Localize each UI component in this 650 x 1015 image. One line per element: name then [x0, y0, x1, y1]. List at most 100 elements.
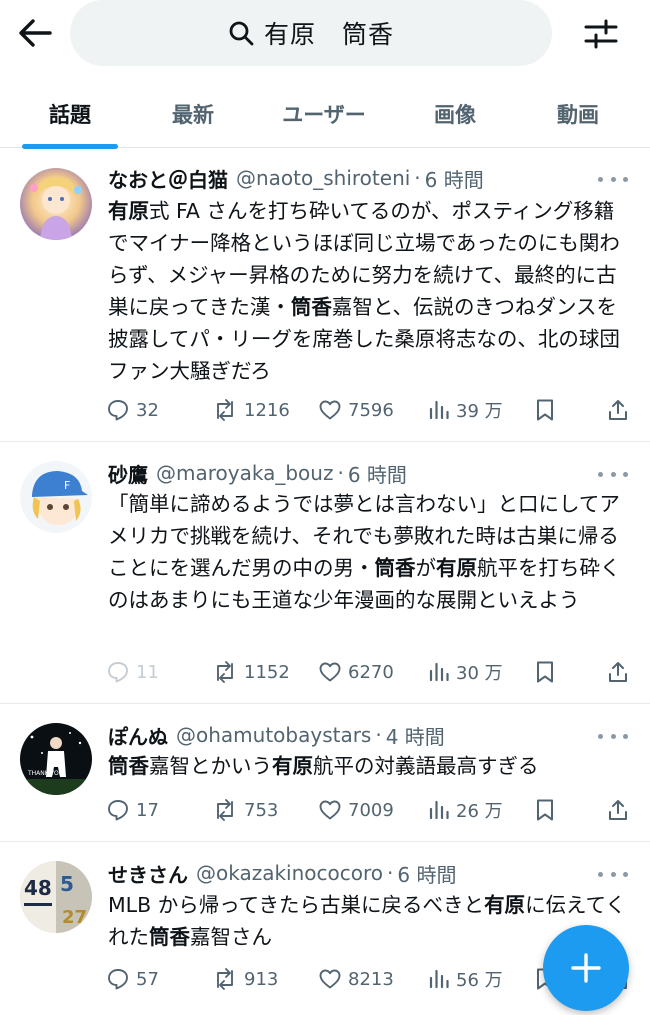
bookmark-button[interactable] [534, 795, 556, 825]
author-name[interactable]: せきさん [108, 859, 188, 888]
share-button[interactable] [606, 657, 630, 687]
more-options-button[interactable] [598, 169, 628, 189]
share-icon [606, 798, 630, 822]
like-count: 8213 [348, 968, 394, 990]
repost-count: 1216 [244, 399, 290, 421]
back-button[interactable] [14, 12, 56, 54]
author-name[interactable]: ぽんぬ [108, 721, 168, 750]
svg-text:27: 27 [62, 907, 87, 928]
tweet-actions: 17 753 7009 26 万 [106, 795, 631, 825]
tweet-text-segment: 嘉智とかいう [149, 754, 272, 778]
plus-icon [571, 953, 601, 983]
like-button[interactable]: 8213 [318, 964, 394, 994]
search-query[interactable]: 有原 筒香 [264, 15, 394, 51]
more-options-button[interactable] [598, 726, 628, 746]
views-button[interactable]: 26 万 [428, 795, 503, 825]
repost-count: 1152 [244, 661, 290, 683]
bar-chart-icon [428, 798, 450, 822]
repost-button[interactable]: 1152 [212, 657, 290, 687]
like-count: 7009 [348, 799, 394, 821]
tab-latest[interactable]: 最新 [143, 80, 243, 148]
author-name[interactable]: 砂鷹 [108, 459, 148, 488]
separator-dot: · [414, 166, 421, 190]
tweet-header: 砂鷹 @maroyaka_bouz · 6 時間 [108, 458, 407, 488]
views-count: 30 万 [456, 663, 503, 684]
speech-bubble-icon [106, 660, 130, 684]
heart-icon [318, 660, 342, 684]
tweet-text: 「簡単に諦めるようでは夢とは言わない」と口にしてアメリカで挑戦を続け、それでも夢… [108, 488, 633, 616]
sliders-icon [584, 19, 618, 49]
avatar[interactable]: F [20, 461, 92, 533]
share-button[interactable] [606, 795, 630, 825]
tab-people[interactable]: ユーザー [262, 80, 386, 148]
tweet[interactable]: なおと＠白猫 @naoto_shiroteni · 6 時間 有原式 FA さん… [0, 149, 650, 442]
tweet-text: 筒香嘉智とかいう有原航平の対義語最高すぎる [108, 750, 633, 782]
post-time[interactable]: 6 時間 [425, 164, 484, 193]
speech-bubble-icon [106, 398, 130, 422]
share-icon [606, 398, 630, 422]
search-icon [229, 21, 254, 46]
reply-count: 11 [136, 661, 159, 683]
bookmark-icon [534, 798, 556, 822]
post-time[interactable]: 6 時間 [348, 459, 407, 488]
share-button[interactable] [606, 395, 630, 425]
svg-text:5: 5 [60, 872, 74, 896]
like-button[interactable]: 7596 [318, 395, 394, 425]
repost-button[interactable]: 753 [212, 795, 278, 825]
author-handle[interactable]: @naoto_shiroteni [236, 166, 410, 190]
highlighted-term: 有原 [108, 199, 149, 223]
highlighted-term: 筒香 [290, 295, 332, 319]
avatar[interactable] [20, 168, 92, 240]
like-button[interactable]: 6270 [318, 657, 394, 687]
bar-chart-icon [428, 398, 450, 422]
tab-top[interactable]: 話題 [20, 80, 120, 148]
search-filter-button[interactable] [580, 14, 622, 54]
tweet[interactable]: THANK YOU ぽんぬ @ohamutobaystars · 4 時間 筒香… [0, 704, 650, 842]
bookmark-button[interactable] [534, 657, 556, 687]
highlighted-term: 有原 [436, 556, 477, 580]
post-time[interactable]: 4 時間 [386, 721, 445, 750]
separator-dot: · [387, 861, 394, 885]
avatar[interactable]: 48 5 27 [20, 861, 92, 933]
views-count: 39 万 [456, 401, 503, 422]
author-handle[interactable]: @maroyaka_bouz [156, 461, 333, 485]
views-button[interactable]: 30 万 [428, 657, 503, 687]
compose-button[interactable] [543, 925, 629, 1011]
repost-button[interactable]: 913 [212, 964, 278, 994]
more-options-button[interactable] [598, 464, 628, 484]
svg-text:F: F [64, 479, 70, 492]
search-input[interactable]: 有原 筒香 [70, 0, 552, 66]
tweet-text-segment: が [415, 556, 437, 580]
separator-dot: · [375, 723, 382, 747]
more-options-button[interactable] [598, 864, 628, 884]
repost-count: 753 [244, 799, 279, 821]
reply-button[interactable]: 17 [106, 795, 159, 825]
heart-icon [318, 798, 342, 822]
repost-button[interactable]: 1216 [212, 395, 290, 425]
like-button[interactable]: 7009 [318, 795, 394, 825]
tab-videos[interactable]: 動画 [528, 80, 628, 148]
author-handle[interactable]: @ohamutobaystars [176, 723, 371, 747]
highlighted-term: 筒香 [374, 556, 416, 580]
heart-icon [318, 967, 342, 991]
highlighted-term: 筒香 [108, 754, 149, 778]
tab-media[interactable]: 画像 [405, 80, 505, 148]
repost-count: 913 [244, 968, 279, 990]
tweet-header: ぽんぬ @ohamutobaystars · 4 時間 [108, 720, 445, 750]
arrow-left-icon [19, 19, 52, 47]
repost-arrows-icon [212, 660, 238, 684]
views-button[interactable]: 56 万 [428, 964, 503, 994]
reply-button[interactable]: 32 [106, 395, 159, 425]
tweet[interactable]: F 砂鷹 @maroyaka_bouz · 6 時間 「簡単に諦めるようでは夢と… [0, 442, 650, 704]
top-bar: 有原 筒香 [0, 0, 650, 66]
author-handle[interactable]: @okazakinococoro [196, 861, 383, 885]
post-time[interactable]: 6 時間 [397, 859, 456, 888]
bookmark-button[interactable] [534, 395, 556, 425]
views-button[interactable]: 39 万 [428, 395, 503, 425]
reply-button[interactable]: 11 [106, 657, 159, 687]
tweet-text: 有原式 FA さんを打ち砕いてるのが、ポスティング移籍でマイナー降格というほぼ同… [108, 195, 633, 387]
author-name[interactable]: なおと＠白猫 [108, 164, 228, 193]
bookmark-icon [534, 398, 556, 422]
reply-button[interactable]: 57 [106, 964, 159, 994]
avatar[interactable]: THANK YOU [20, 723, 92, 795]
